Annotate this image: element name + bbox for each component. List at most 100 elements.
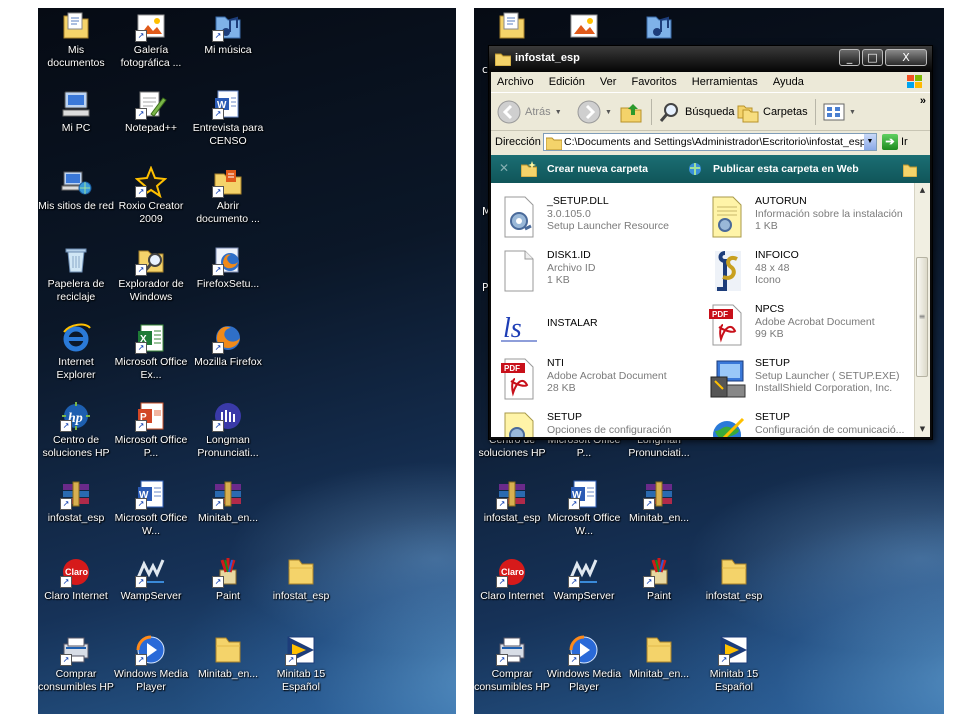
file-detail: Adobe Acrobat Document [755,315,875,328]
desktop-icon[interactable]: ↗ infostat_esp [38,478,114,525]
hp-supplies-icon: ↗ [496,634,528,666]
file-list-pane[interactable]: _SETUP.DLL 3.0.105.0 Setup Launcher Resour… [491,183,930,437]
menu-favoritos[interactable]: Favoritos [625,72,682,92]
desktop-icon[interactable]: ↗ Comprar consumibles HP [474,634,550,694]
desktop-icon[interactable]: ↗ Windows Media Player [546,634,622,694]
desktop-icon[interactable]: ↗ Minitab 15 Español [696,634,772,694]
desktop-icon[interactable]: ↗ Mozilla Firefox [190,322,266,369]
desktop-icon[interactable]: Mi PC [38,88,114,135]
desktop-icon[interactable]: infostat_esp [263,556,339,603]
scroll-up-icon[interactable]: ▲ [915,183,930,198]
forward-button[interactable]: ▼ [577,99,612,125]
desktop-icon[interactable]: ↗ Notepad++ [113,88,189,135]
desktop-icon[interactable]: ↗ Galería fotográfica ... [113,10,189,70]
close-button[interactable]: X [885,49,927,66]
desktop-icon[interactable]: ↗ Paint [190,556,266,603]
menu-archivo[interactable]: Archivo [491,72,540,92]
desktop-icon[interactable]: infostat_esp [696,556,772,603]
desktop-icon-label: Comprar consumibles HP [38,668,114,693]
desktop-icon[interactable]: ↗ Windows Media Player [113,634,189,694]
desktop-icon[interactable]: Minitab_en... [190,634,266,681]
file-name: NTI [547,357,564,369]
search-button[interactable]: Búsqueda [659,99,735,125]
back-button[interactable]: Atrás ▼ [497,99,562,125]
task-pane-extra[interactable] [903,161,917,177]
desktop-icon[interactable]: ↗ Minitab_en... [621,478,697,525]
desktop-icon[interactable]: Mis documentos [38,10,114,70]
desktop-icon[interactable]: W ↗ Entrevista para CENSO [190,88,266,148]
desktop-icon-partial[interactable] [621,10,697,44]
menu-edicion[interactable]: Edición [543,72,591,92]
desktop-icon-partial[interactable] [546,10,622,44]
file-item[interactable]: PDF NTI Adobe Acrobat Document 28 KB [497,353,702,403]
desktop-icon[interactable]: Papelera de reciclaje [38,244,114,304]
desktop-icon[interactable]: ↗ Abrir documento ... [190,166,266,226]
desktop-icon[interactable]: ↗ Explorador de Windows [113,244,189,304]
desktop-icon[interactable]: W ↗ Microsoft Office W... [113,478,189,538]
file-item[interactable]: DISK1.ID Archivo ID 1 KB [497,245,702,295]
desktop-icon[interactable]: P↗Microsoft Office P... [113,400,189,460]
my-music-icon [643,10,675,42]
desktop-icon[interactable]: hp↗Centro de soluciones HP [38,400,114,460]
scroll-thumb[interactable]: ≡ [916,257,928,377]
go-button[interactable]: ➔ Ir [882,134,908,150]
desktop-icon[interactable]: Mis sitios de red [38,166,114,213]
desktop-icon[interactable]: ↗ WampServer [113,556,189,603]
shortcut-arrow-icon: ↗ [135,420,147,432]
menu-ayuda[interactable]: Ayuda [767,72,810,92]
desktop-icon[interactable]: ↗ Comprar consumibles HP [38,634,114,694]
file-item[interactable]: INFOICO 48 x 48 Icono [705,245,910,295]
window-titlebar[interactable]: infostat_esp _ □ X [489,46,932,72]
photo-gallery-icon: ↗ [135,10,167,42]
desktop-icon-label: Mi música [204,44,252,56]
desktop-icon[interactable]: Minitab_en... [621,634,697,681]
folders-button[interactable]: Carpetas [737,99,808,125]
desktop-icon[interactable]: ↗ Mi música [190,10,266,57]
desktop-icon[interactable]: Internet Explorer [38,322,114,382]
file-item[interactable]: SETUP Configuración de comunicació... [705,407,910,437]
desktop-icon[interactable]: ↗ Minitab_en... [190,478,266,525]
file-item[interactable]: _SETUP.DLL 3.0.105.0 Setup Launcher Resour… [497,191,702,241]
desktop-icon[interactable]: ↗ Longman Pronunciati... [190,400,266,460]
desktop-label-fragment: c [482,64,488,76]
shortcut-arrow-icon: ↗ [643,498,655,510]
explorer-window[interactable]: infostat_esp _ □ X Archivo Edición Ver F… [488,45,933,440]
desktop-icon[interactable]: Claro ↗ Claro Internet [38,556,114,603]
close-icon[interactable]: ✕ [499,161,509,175]
desktop-icon[interactable]: W ↗ Microsoft Office W... [546,478,622,538]
desktop-icon[interactable]: ↗ infostat_esp [474,478,550,525]
file-item[interactable]: PDF NPCS Adobe Acrobat Document 99 KB [705,299,910,349]
desktop-icon[interactable]: X ↗ Microsoft Office Ex... [113,322,189,382]
views-dropdown-icon[interactable]: ▼ [849,109,856,116]
menu-herramientas[interactable]: Herramientas [686,72,764,92]
toolbar-overflow-button[interactable]: » [920,95,926,107]
desktop-icon[interactable]: ↗ Minitab 15 Español [263,634,339,694]
file-item[interactable]: SETUP Setup Launcher ( SETUP.EXE) InstallS… [705,353,910,403]
file-item[interactable]: ls INSTALAR [497,299,702,349]
minimize-button[interactable]: _ [839,49,860,66]
publish-web-task[interactable]: Publicar esta carpeta en Web [687,161,859,177]
desktop-icon[interactable]: Claro ↗ Claro Internet [474,556,550,603]
forward-dropdown-icon[interactable]: ▼ [605,109,612,116]
desktop-icon[interactable]: ↗ FirefoxSetu... [190,244,266,291]
views-button[interactable]: ▼ [823,99,856,125]
file-item[interactable]: SETUP Opciones de configuración [497,407,702,437]
scroll-down-icon[interactable]: ▼ [915,422,930,437]
desktop-icon[interactable]: ↗ Paint [621,556,697,603]
shortcut-arrow-icon: ↗ [135,264,147,276]
shortcut-arrow-icon: ↗ [496,576,508,588]
back-dropdown-icon[interactable]: ▼ [555,109,562,116]
desktop-icon[interactable]: ↗ Roxio Creator 2009 [113,166,189,226]
address-dropdown-icon[interactable]: ▼ [864,134,876,150]
desktop-icon[interactable]: ↗ WampServer [546,556,622,603]
up-folder-button[interactable] [619,99,643,125]
maximize-button[interactable]: □ [862,49,883,66]
file-item[interactable]: AUTORUN Información sobre la instalación 1… [705,191,910,241]
vertical-scrollbar[interactable]: ▲ ≡ ▼ [914,183,930,437]
menu-ver[interactable]: Ver [594,72,623,92]
desktop-icon-partial[interactable] [474,10,550,44]
desktop-icon-label: Minitab_en... [197,668,259,680]
new-folder-task[interactable]: Crear nueva carpeta [521,161,648,177]
address-input[interactable]: C:\Documents and Settings\Administrador\… [543,133,877,151]
folders-label: Carpetas [763,106,808,118]
